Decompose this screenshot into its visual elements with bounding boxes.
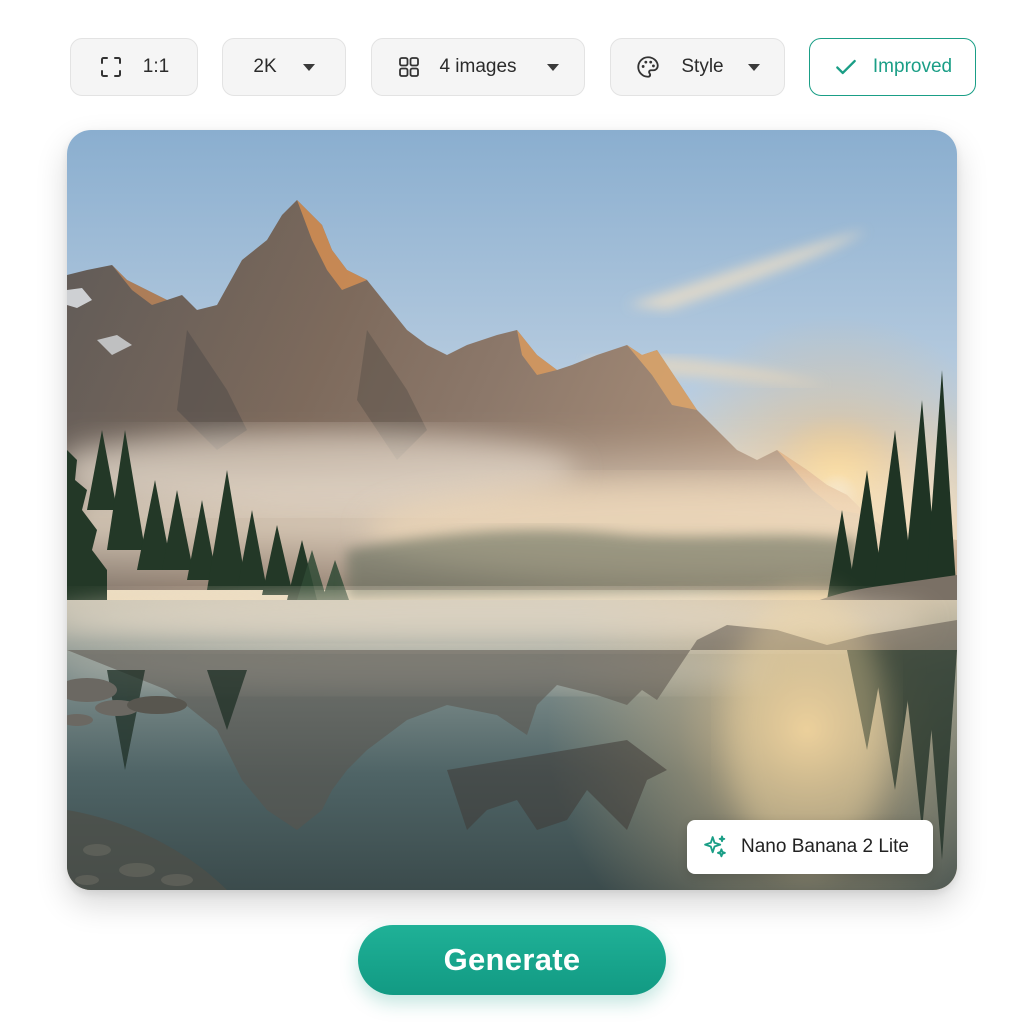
generated-image-preview[interactable]: Nano Banana 2 Lite (67, 130, 957, 890)
grid-icon (397, 55, 421, 79)
improved-toggle[interactable]: Improved (809, 38, 976, 96)
check-icon (833, 54, 859, 80)
chevron-down-icon (302, 63, 315, 71)
image-count-label: 4 images (439, 56, 517, 77)
style-label: Style (681, 56, 724, 77)
style-dropdown[interactable]: Style (610, 38, 785, 96)
improved-label: Improved (872, 56, 953, 77)
model-name: Nano Banana 2 Lite (741, 836, 909, 857)
sparkle-icon (701, 833, 729, 861)
landscape-image (67, 130, 957, 890)
aspect-ratio-icon (99, 55, 123, 79)
image-count-dropdown[interactable]: 4 images (371, 38, 585, 96)
palette-icon (635, 54, 661, 80)
chevron-down-icon (546, 63, 559, 71)
aspect-ratio-button[interactable]: 1:1 (70, 38, 198, 96)
resolution-label: 2K (253, 56, 277, 77)
aspect-ratio-label: 1:1 (142, 56, 170, 77)
resolution-dropdown[interactable]: 2K (222, 38, 346, 96)
chevron-down-icon (747, 63, 760, 71)
toolbar: 1:1 2K 4 images Style Improved (0, 0, 1024, 110)
generate-button[interactable]: Generate (358, 925, 666, 995)
model-badge: Nano Banana 2 Lite (687, 820, 933, 874)
